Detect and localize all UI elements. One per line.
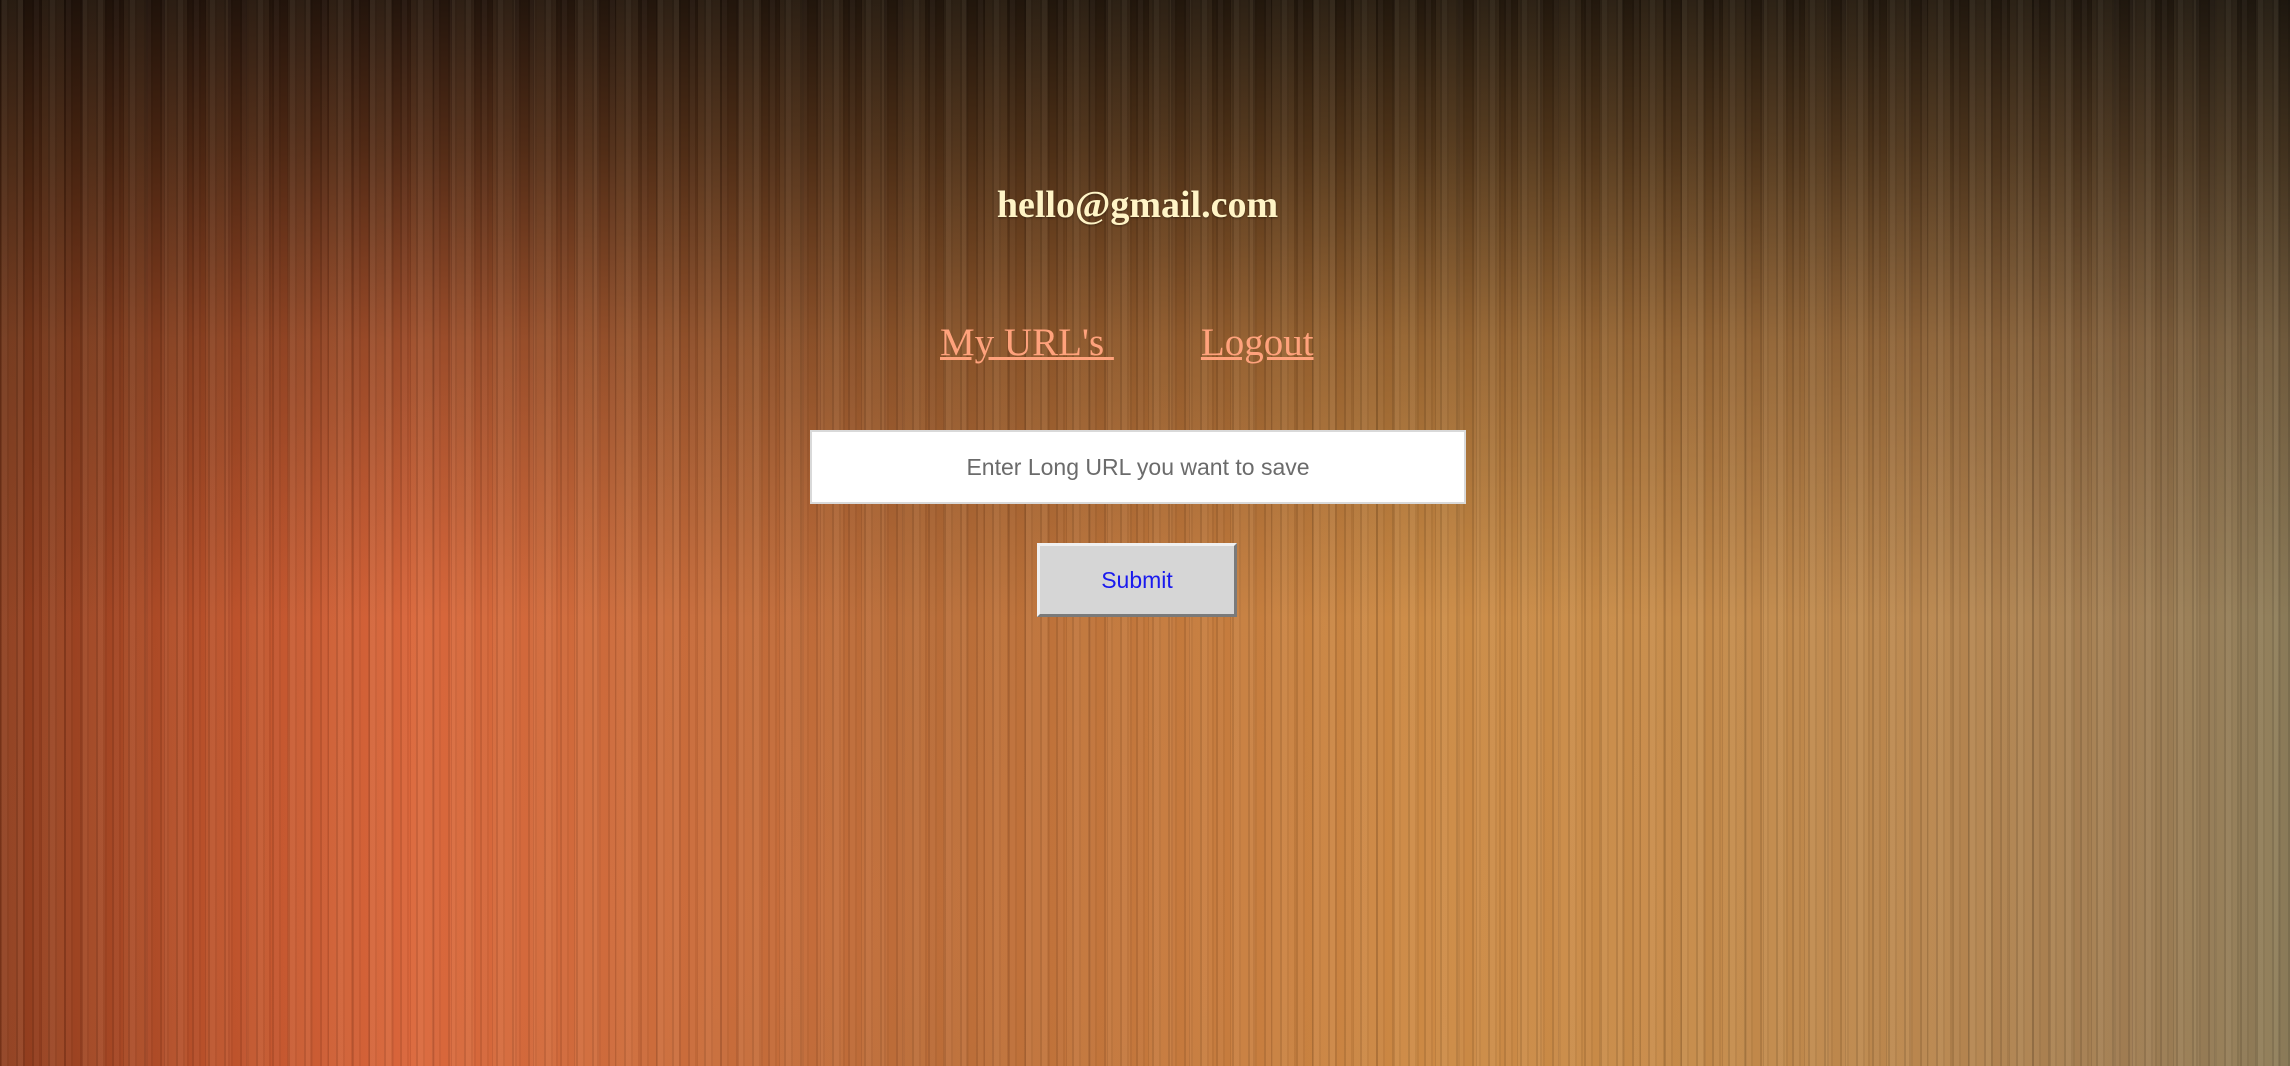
nav-links: My URL's Logout [940, 320, 1314, 365]
submit-button[interactable]: Submit [1037, 543, 1237, 617]
long-url-input[interactable] [810, 430, 1466, 504]
user-email-heading: hello@gmail.com [996, 184, 1279, 226]
logout-link[interactable]: Logout [1201, 321, 1314, 364]
page-container: hello@gmail.com My URL's Logout Submit [0, 0, 2290, 1066]
my-urls-link[interactable]: My URL's [940, 321, 1114, 364]
